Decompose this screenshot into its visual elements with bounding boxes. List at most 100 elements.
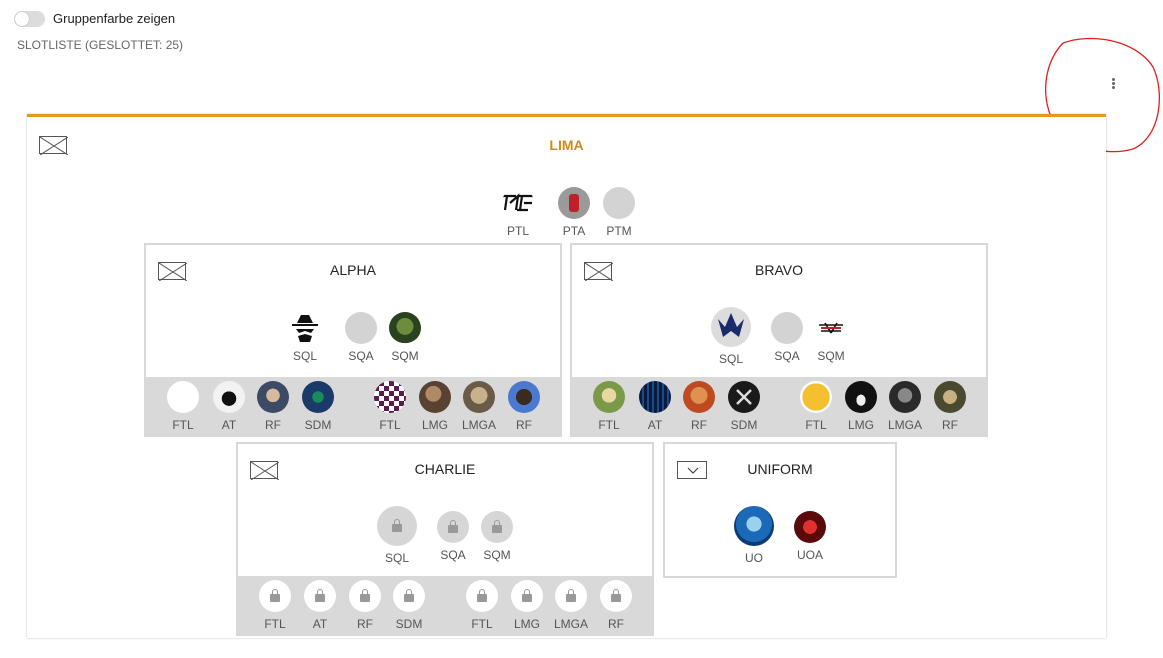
slot-rf[interactable]: RF — [596, 580, 636, 631]
slot-label: PTL — [506, 224, 529, 238]
slot-label: SQL — [292, 349, 317, 363]
slot-label: FTL — [264, 617, 286, 631]
empty-slot-icon — [603, 187, 635, 219]
dark-creature-avatar-icon — [889, 381, 921, 413]
squad-bravo: BRAVO SQL SQA SQM FTL AT RF SDM FTL LMG … — [570, 243, 988, 437]
slot-label: FTL — [598, 418, 620, 432]
slot-label: SQM — [817, 349, 845, 363]
slot-at[interactable]: AT — [635, 381, 675, 432]
squad-uniform: UNIFORM UO UOA — [663, 442, 897, 578]
slot-sqa[interactable]: SQA — [341, 312, 381, 363]
slot-ftl[interactable]: FTL — [462, 580, 502, 631]
slot-label: FTL — [805, 418, 827, 432]
slot-ftl[interactable]: FTL — [589, 381, 629, 432]
lock-icon — [304, 580, 336, 612]
slot-rf[interactable]: RF — [679, 381, 719, 432]
slot-rf[interactable]: RF — [504, 381, 544, 432]
slot-label: PTM — [606, 224, 632, 238]
fireteam-row: FTL AT RF SDM FTL LMG LMGA RF — [238, 576, 652, 634]
slot-ftl[interactable]: FTL — [163, 381, 203, 432]
slot-uoa[interactable]: UOA — [790, 511, 830, 562]
lock-icon — [511, 580, 543, 612]
slot-label: LMGA — [461, 418, 496, 432]
platoon-title: LIMA — [549, 137, 584, 153]
slot-ptm[interactable]: PTM — [599, 187, 639, 238]
group-color-toggle[interactable] — [14, 11, 45, 27]
slot-label: SQA — [348, 349, 374, 363]
red-logo-avatar-icon — [815, 312, 847, 344]
slot-lmg[interactable]: LMG — [507, 580, 547, 631]
slot-sdm[interactable]: SDM — [724, 381, 764, 432]
slot-label: AT — [221, 418, 237, 432]
slot-lmga[interactable]: LMGA — [551, 580, 591, 631]
slot-ftl[interactable]: FTL — [255, 580, 295, 631]
emblem-avatar-icon — [302, 381, 334, 413]
slot-sql[interactable]: SQL — [711, 307, 751, 366]
slot-sqm[interactable]: SQM — [811, 312, 851, 363]
slot-sdm[interactable]: SDM — [389, 580, 429, 631]
toggle-knob — [15, 12, 29, 26]
squad-title: CHARLIE — [414, 461, 476, 477]
slot-label: SQL — [718, 352, 743, 366]
slot-label: SQL — [384, 551, 409, 565]
blue-emblem-avatar-icon — [711, 307, 751, 347]
slot-lmga[interactable]: LMGA — [459, 381, 499, 432]
slot-rf[interactable]: RF — [930, 381, 970, 432]
more-options-icon[interactable] — [1106, 74, 1120, 94]
slot-sqm[interactable]: SQM — [385, 312, 425, 363]
white-avatar-icon — [167, 381, 199, 413]
slot-label: LMG — [847, 418, 874, 432]
fireteam-row: FTL AT RF SDM FTL LMG LMGA RF — [146, 377, 560, 435]
slot-sqa[interactable]: SQA — [767, 312, 807, 363]
slot-rf[interactable]: RF — [253, 381, 293, 432]
panda-avatar-icon — [213, 381, 245, 413]
soldier-avatar-icon — [934, 381, 966, 413]
slot-label: PTA — [562, 224, 586, 238]
slot-sql[interactable]: SQL — [377, 506, 417, 565]
slot-lmg[interactable]: LMG — [841, 381, 881, 432]
lock-icon — [393, 580, 425, 612]
slot-lmga[interactable]: LMGA — [885, 381, 925, 432]
squad-title: UNIFORM — [747, 461, 813, 477]
creature-avatar-icon — [419, 381, 451, 413]
slot-ptl[interactable]: PTL — [498, 187, 538, 238]
slot-label: RF — [516, 418, 532, 432]
slot-label: LMG — [421, 418, 448, 432]
slot-label: RF — [357, 617, 373, 631]
slot-label: SQA — [774, 349, 800, 363]
slot-at[interactable]: AT — [300, 580, 340, 631]
slot-label: SDM — [395, 617, 423, 631]
slot-label: AT — [647, 418, 663, 432]
slot-label: LMGA — [553, 617, 588, 631]
slot-label: RF — [265, 418, 281, 432]
slot-at[interactable]: AT — [209, 381, 249, 432]
lock-icon — [349, 580, 381, 612]
fire-extinguisher-avatar-icon — [558, 187, 590, 219]
slot-label: AT — [312, 617, 328, 631]
slot-lmg[interactable]: LMG — [415, 381, 455, 432]
slot-label: SQM — [391, 349, 419, 363]
slot-uo[interactable]: UO — [734, 506, 774, 565]
slot-pta[interactable]: PTA — [554, 187, 594, 238]
blue-skull-avatar-icon — [734, 506, 774, 546]
lock-icon — [466, 580, 498, 612]
slot-sql[interactable]: SQL — [285, 312, 325, 363]
slot-sqm[interactable]: SQM — [477, 511, 517, 562]
slot-ftl[interactable]: FTL — [370, 381, 410, 432]
squad-charlie: CHARLIE SQL SQA SQM FTL AT RF SDM FTL LM… — [236, 442, 654, 636]
slot-sdm[interactable]: SDM — [298, 381, 338, 432]
slot-label: RF — [942, 418, 958, 432]
hooded-figure-avatar-icon — [389, 312, 421, 344]
slot-ftl[interactable]: FTL — [796, 381, 836, 432]
eve-logo-icon — [502, 187, 534, 219]
matrix-avatar-icon — [639, 381, 671, 413]
dog-avatar-icon — [463, 381, 495, 413]
slot-sqa[interactable]: SQA — [433, 511, 473, 562]
empty-slot-icon — [771, 312, 803, 344]
slot-rf[interactable]: RF — [345, 580, 385, 631]
grin-avatar-icon — [845, 381, 877, 413]
red-demon-avatar-icon — [794, 511, 826, 543]
slot-label: SQM — [483, 548, 511, 562]
lock-icon — [437, 511, 469, 543]
slot-label: FTL — [379, 418, 401, 432]
